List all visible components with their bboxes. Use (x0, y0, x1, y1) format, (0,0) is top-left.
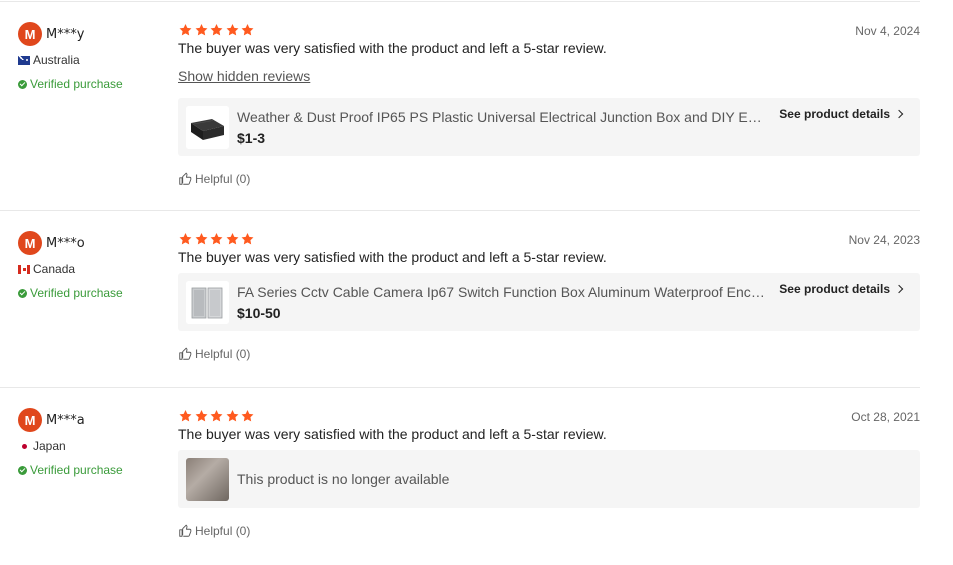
star-rating (178, 409, 920, 423)
star-icon (225, 23, 240, 37)
review-text: The buyer was very satisfied with the pr… (178, 249, 607, 265)
australia-flag-icon (18, 55, 30, 65)
chevron-right-icon (894, 284, 904, 294)
see-product-details-label: See product details (779, 282, 890, 296)
reviewer-info: M M***a Japan Verified purchase (18, 408, 168, 477)
product-thumbnail (186, 105, 229, 149)
product-price: $10-50 (237, 304, 281, 321)
star-icon (240, 232, 255, 246)
star-icon (194, 23, 209, 37)
thumbs-up-icon (178, 172, 192, 186)
check-icon (18, 465, 27, 475)
helpful-button[interactable]: Helpful (0) (178, 524, 920, 538)
product-card[interactable]: Weather & Dust Proof IP65 PS Plastic Uni… (178, 98, 920, 156)
see-product-details-link[interactable]: See product details (779, 282, 904, 296)
review-item: M M***o Canada Verified purchase Nov 24,… (0, 210, 920, 387)
avatar: M (18, 22, 42, 46)
reviewer-country: Canada (33, 262, 76, 276)
check-icon (18, 79, 27, 89)
review-text: The buyer was very satisfied with the pr… (178, 40, 607, 56)
japan-flag-icon (18, 441, 30, 451)
star-icon (178, 232, 193, 246)
star-rating (178, 232, 920, 246)
avatar: M (18, 231, 42, 255)
helpful-label: Helpful (0) (195, 347, 251, 361)
product-card: This product is no longer available (178, 450, 920, 508)
verified-purchase-label: Verified purchase (30, 286, 123, 300)
helpful-label: Helpful (0) (195, 524, 251, 538)
star-icon (240, 409, 255, 423)
see-product-details-link[interactable]: See product details (779, 107, 904, 121)
avatar: M (18, 408, 42, 432)
verified-purchase-label: Verified purchase (30, 77, 123, 91)
star-icon (209, 232, 224, 246)
verified-purchase-label: Verified purchase (30, 463, 123, 477)
chevron-right-icon (894, 109, 904, 119)
blurred-product-thumbnail (186, 457, 229, 501)
star-icon (178, 409, 193, 423)
review-date: Nov 24, 2023 (848, 233, 920, 247)
star-icon (178, 23, 193, 37)
review-item: M M***y Australia Verified purchase Nov … (0, 1, 920, 211)
review-date: Nov 4, 2024 (855, 24, 920, 38)
review-text: The buyer was very satisfied with the pr… (178, 426, 607, 442)
star-icon (240, 23, 255, 37)
star-icon (209, 409, 224, 423)
review-item: M M***a Japan Verified purchase Oct 28, … (0, 387, 920, 565)
show-hidden-reviews-link[interactable]: Show hidden reviews (178, 68, 310, 84)
star-icon (225, 232, 240, 246)
helpful-button[interactable]: Helpful (0) (178, 347, 920, 361)
check-icon (18, 288, 27, 298)
review-content: Nov 24, 2023 The buyer was very satisfie… (178, 232, 920, 361)
star-icon (209, 23, 224, 37)
reviewer-name: M***y (46, 26, 85, 42)
product-price: $1-3 (237, 129, 266, 146)
product-card[interactable]: FA Series Cctv Cable Camera Ip67 Switch … (178, 273, 920, 331)
reviewer-info: M M***y Australia Verified purchase (18, 22, 168, 91)
see-product-details-label: See product details (779, 107, 890, 121)
product-title[interactable]: Weather & Dust Proof IP65 PS Plastic Uni… (237, 109, 765, 125)
helpful-label: Helpful (0) (195, 172, 251, 186)
reviewer-name: M***a (46, 412, 85, 428)
star-icon (194, 232, 209, 246)
review-content: Nov 4, 2024 The buyer was very satisfied… (178, 23, 920, 186)
star-icon (194, 409, 209, 423)
reviewer-country: Australia (33, 53, 80, 67)
canada-flag-icon (18, 264, 30, 274)
star-rating (178, 23, 920, 37)
product-unavailable-text: This product is no longer available (237, 471, 450, 487)
star-icon (225, 409, 240, 423)
reviewer-name: M***o (46, 235, 85, 251)
product-title[interactable]: FA Series Cctv Cable Camera Ip67 Switch … (237, 284, 765, 300)
product-thumbnail (186, 280, 229, 324)
reviewer-info: M M***o Canada Verified purchase (18, 231, 168, 300)
helpful-button[interactable]: Helpful (0) (178, 172, 920, 186)
thumbs-up-icon (178, 347, 192, 361)
review-date: Oct 28, 2021 (851, 410, 920, 424)
review-content: Oct 28, 2021 The buyer was very satisfie… (178, 409, 920, 538)
thumbs-up-icon (178, 524, 192, 538)
reviewer-country: Japan (33, 439, 66, 453)
